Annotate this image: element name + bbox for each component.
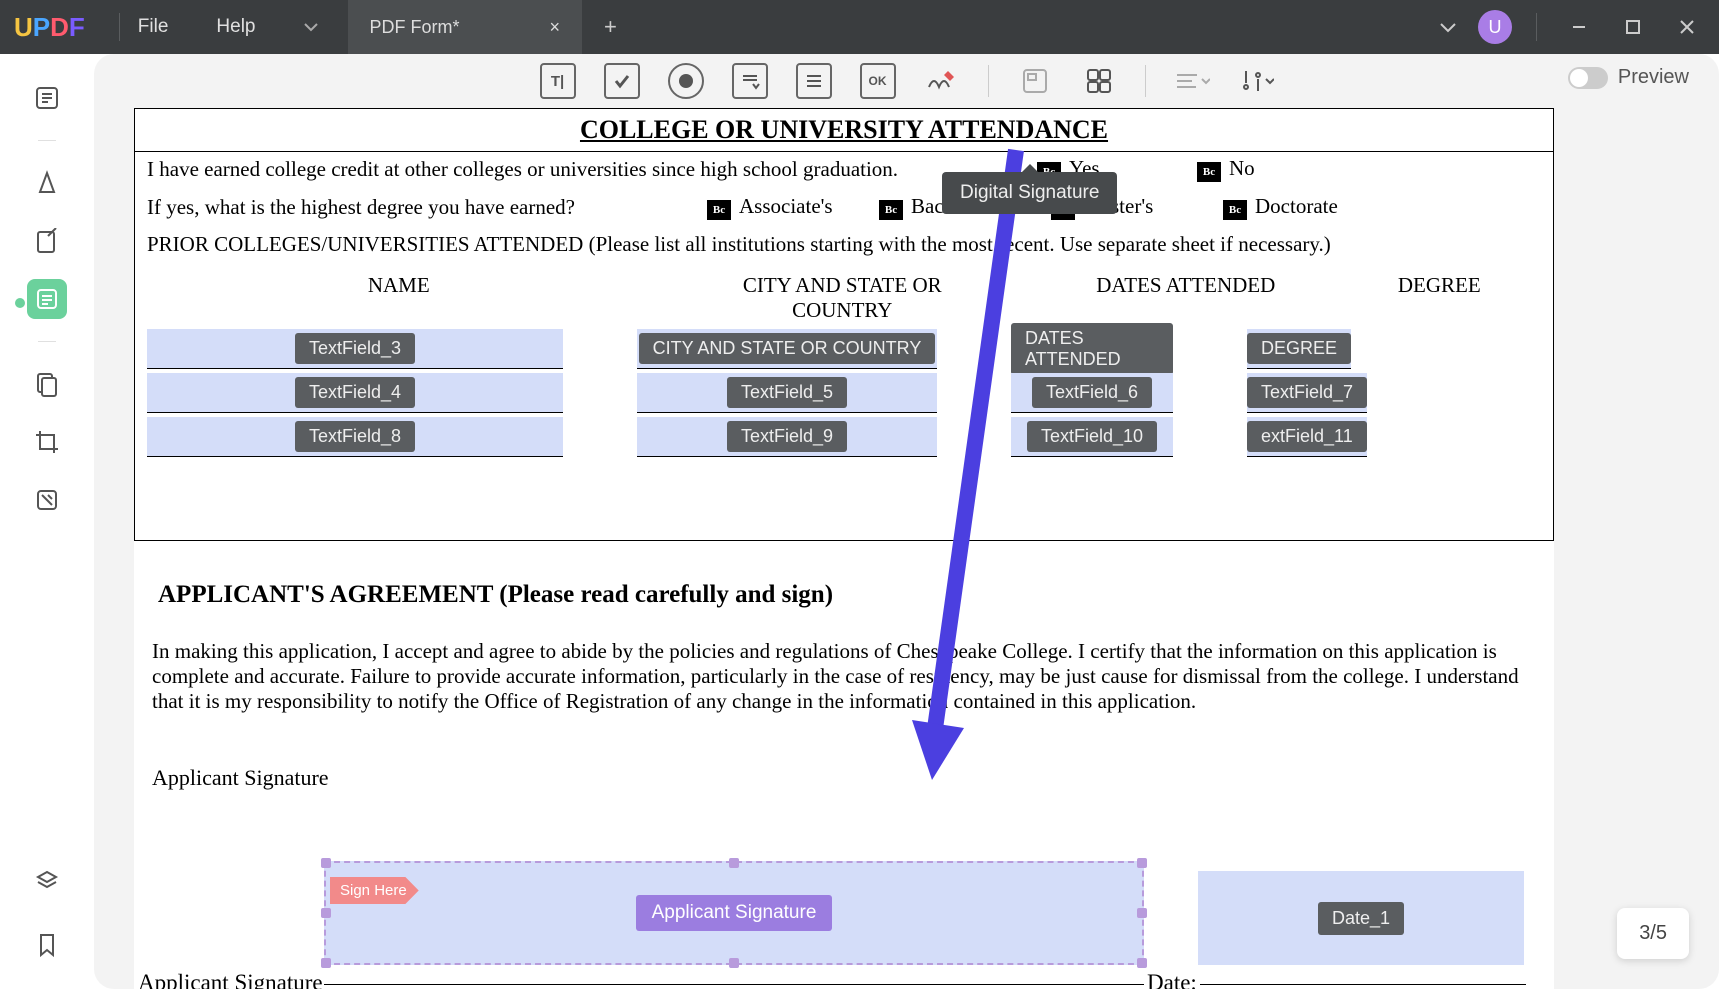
menu-help[interactable]: Help xyxy=(216,16,255,38)
checkbox-tool-icon[interactable] xyxy=(604,63,640,99)
form-tool-icon[interactable] xyxy=(27,279,67,319)
pdf-page: COLLEGE OR UNIVERSITY ATTENDANCE I have … xyxy=(134,108,1554,989)
redact-tool-icon[interactable] xyxy=(27,480,67,520)
preview-label: Preview xyxy=(1618,66,1689,89)
dropdown-tool-icon[interactable] xyxy=(732,63,768,99)
close-icon[interactable] xyxy=(1669,9,1705,45)
document-viewport[interactable]: COLLEGE OR UNIVERSITY ATTENDANCE I have … xyxy=(94,108,1719,989)
text: If yes, what is the highest degree you h… xyxy=(147,195,707,220)
text-field[interactable]: TextField_8 xyxy=(147,417,563,457)
layers-icon[interactable] xyxy=(27,861,67,901)
column-header: NAME xyxy=(189,273,609,323)
signature-field-label: Applicant Signature xyxy=(636,895,833,931)
text-field[interactable]: TextField_9 xyxy=(637,417,937,457)
text: PRIOR COLLEGES/UNIVERSITIES ATTENDED (Pl… xyxy=(147,232,1331,257)
tab-dropdown-icon[interactable] xyxy=(304,17,324,37)
signature-label: Applicant Signature xyxy=(152,765,335,791)
tab-close-icon[interactable]: × xyxy=(550,17,561,38)
preview-toggle[interactable]: Preview xyxy=(1568,66,1689,89)
title-bar: UPDF File Help PDF Form* × + U xyxy=(0,0,1719,54)
avatar[interactable]: U xyxy=(1478,10,1512,44)
left-toolbar xyxy=(0,54,94,989)
text-field[interactable]: TextField_10 xyxy=(1011,417,1173,457)
canvas-area: T| OK xyxy=(94,54,1719,989)
minimize-icon[interactable] xyxy=(1561,9,1597,45)
text: I have earned college credit at other co… xyxy=(147,157,1037,182)
divider xyxy=(119,13,120,41)
agreement-text: In making this application, I accept and… xyxy=(134,609,1554,715)
tab-title: PDF Form* xyxy=(370,17,460,38)
tab-active[interactable]: PDF Form* × xyxy=(348,0,583,54)
barcode-tool-icon[interactable] xyxy=(1081,63,1117,99)
listbox-tool-icon[interactable] xyxy=(796,63,832,99)
text: Doctorate xyxy=(1255,194,1338,218)
crop-tool-icon[interactable] xyxy=(27,422,67,462)
text-field[interactable]: TextField_7 xyxy=(1247,373,1367,413)
checkbox-field[interactable]: Bc xyxy=(707,200,731,220)
align-tool-icon[interactable] xyxy=(1174,63,1210,99)
text: Associate's xyxy=(739,194,833,218)
date-field[interactable]: Date_1 xyxy=(1198,871,1524,965)
radio-tool-icon[interactable] xyxy=(668,63,704,99)
text-field[interactable]: DATES ATTENDED xyxy=(1011,329,1173,369)
reader-tool-icon[interactable] xyxy=(27,78,67,118)
edit-tool-icon[interactable] xyxy=(27,221,67,261)
divider xyxy=(1536,13,1537,41)
column-header: DATES ATTENDED xyxy=(1076,273,1296,323)
text-field[interactable]: TextField_3 xyxy=(147,329,563,369)
separator xyxy=(38,140,56,141)
tooltip: Digital Signature xyxy=(942,172,1117,214)
text-field[interactable]: TextField_5 xyxy=(637,373,937,413)
checkbox-field[interactable]: Bc xyxy=(1197,162,1221,182)
text-field[interactable]: CITY AND STATE OR COUNTRY xyxy=(637,329,937,369)
agreement-header: APPLICANT'S AGREEMENT (Please read caref… xyxy=(134,541,1554,609)
separator xyxy=(38,341,56,342)
button-tool-icon[interactable]: OK xyxy=(860,63,896,99)
text-field[interactable]: TextField_6 xyxy=(1011,373,1173,413)
active-indicator xyxy=(15,298,25,308)
sign-here-tag: Sign Here xyxy=(330,877,419,904)
annotate-tool-icon[interactable] xyxy=(27,163,67,203)
date-caption: Date: xyxy=(1147,970,1197,989)
signature-field[interactable]: Sign Here Applicant Signature xyxy=(324,861,1144,965)
chevron-down-icon[interactable] xyxy=(1436,15,1460,39)
date-line xyxy=(1200,984,1526,985)
text-field[interactable]: TextField_4 xyxy=(147,373,563,413)
section-header: COLLEGE OR UNIVERSITY ATTENDANCE xyxy=(134,108,1554,151)
separator xyxy=(988,65,989,97)
page-indicator: 3/5 xyxy=(1617,908,1689,959)
text-field[interactable]: DEGREE xyxy=(1247,329,1351,369)
date-field-label: Date_1 xyxy=(1318,902,1404,935)
signature-line xyxy=(324,984,1144,985)
menu-file[interactable]: File xyxy=(138,16,169,38)
checkbox-field[interactable]: Bc xyxy=(1223,200,1247,220)
maximize-icon[interactable] xyxy=(1615,9,1651,45)
form-toolbar: T| OK xyxy=(94,54,1719,108)
separator xyxy=(1145,65,1146,97)
text-field[interactable]: extField_11 xyxy=(1247,417,1367,457)
image-field-tool-icon[interactable] xyxy=(1017,63,1053,99)
signature-tool-icon[interactable] xyxy=(924,63,960,99)
text: No xyxy=(1229,156,1255,180)
organize-tool-icon[interactable] xyxy=(27,364,67,404)
section-border xyxy=(134,481,1554,541)
toggle-switch[interactable] xyxy=(1568,67,1608,89)
checkbox-field[interactable]: Bc xyxy=(879,200,903,220)
tools-settings-icon[interactable] xyxy=(1238,63,1274,99)
column-header: DEGREE xyxy=(1379,273,1499,323)
app-logo: UPDF xyxy=(14,12,85,43)
text-field-tool-icon[interactable]: T| xyxy=(540,63,576,99)
bookmark-icon[interactable] xyxy=(27,925,67,965)
column-header: CITY AND STATE OR COUNTRY xyxy=(692,273,992,323)
signature-caption: Applicant Signature xyxy=(138,970,323,989)
add-tab-button[interactable]: + xyxy=(604,14,617,40)
